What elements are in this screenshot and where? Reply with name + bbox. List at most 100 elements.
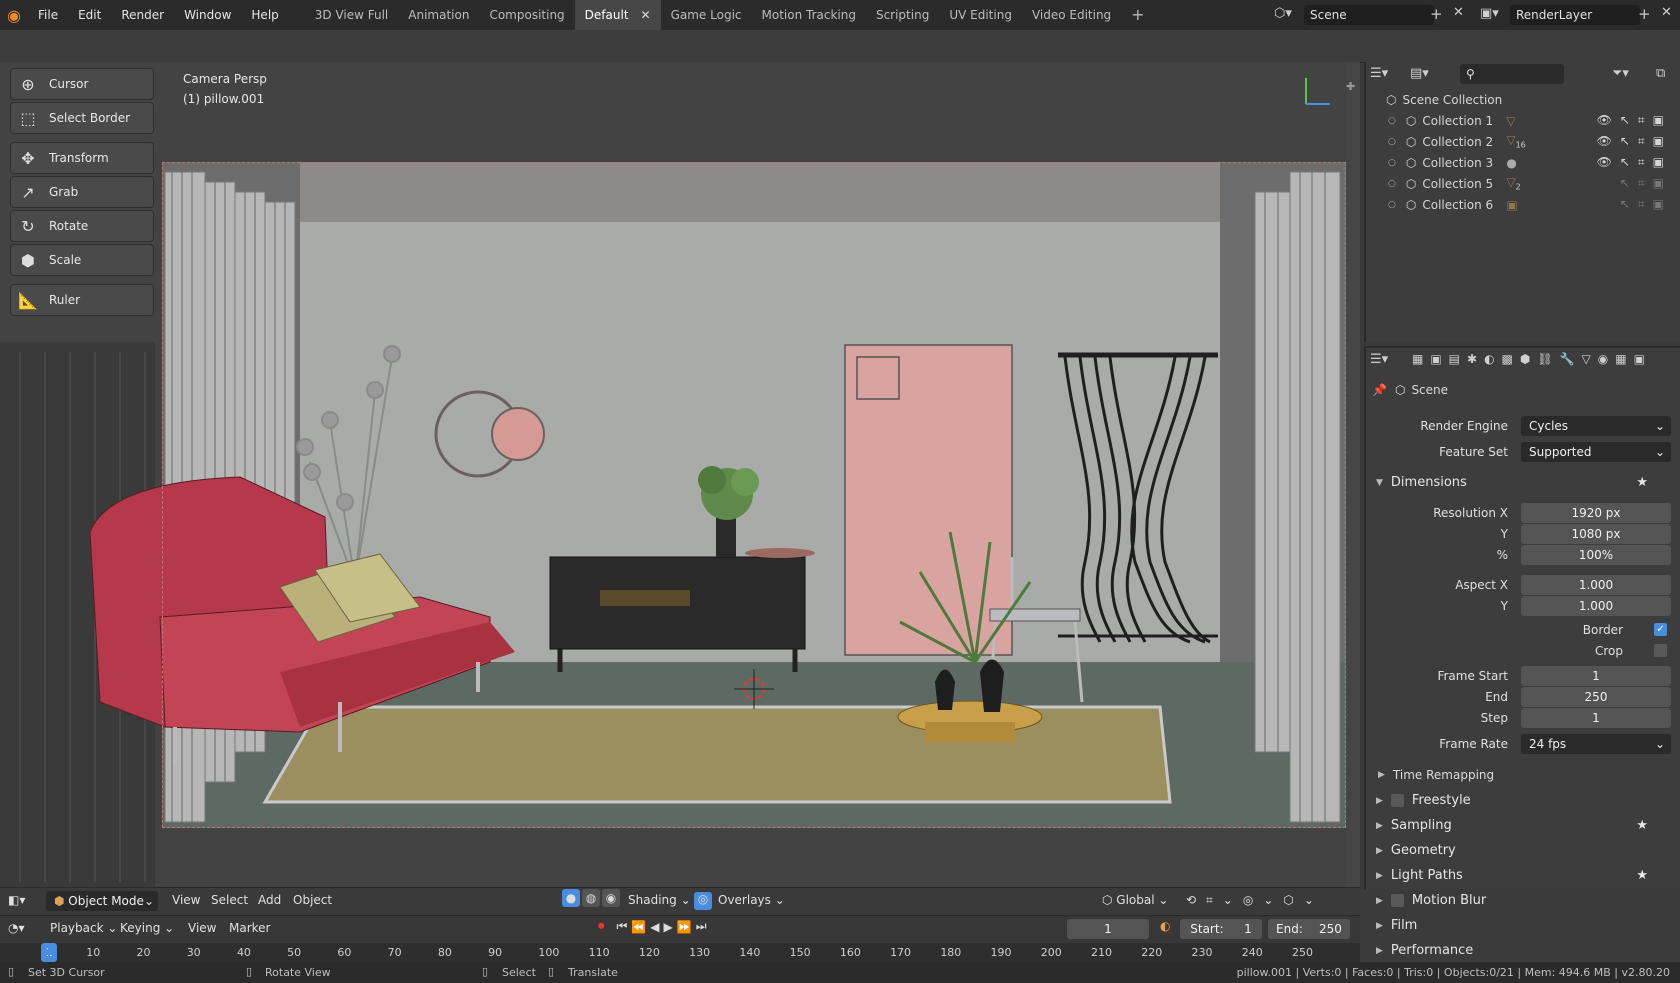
outliner-row-scene-collection[interactable]: ⬡ Scene Collection — [1364, 89, 1680, 110]
motion-blur-checkbox[interactable] — [1390, 894, 1404, 907]
tab-game-logic[interactable]: Game Logic — [661, 0, 752, 30]
outliner-editor-type-icon[interactable]: ☰▾ — [1370, 66, 1388, 81]
film-panel-header[interactable]: ▶ Film — [1376, 918, 1672, 933]
presets-icon[interactable]: ★ — [1636, 818, 1648, 833]
rendered-shading-icon[interactable]: ◉ — [602, 889, 620, 907]
tool-cursor[interactable]: ⊕ Cursor — [10, 68, 154, 100]
border-checkbox[interactable]: ✓ — [1654, 623, 1667, 636]
tab-default[interactable]: Default ✕ — [574, 0, 661, 30]
feature-set-dropdown[interactable]: Supported ⌄ — [1521, 442, 1671, 462]
menu-view[interactable]: View — [172, 893, 200, 907]
play-reverse-icon[interactable]: ◀ — [650, 920, 659, 934]
menu-help[interactable]: Help — [241, 8, 288, 22]
tab-video-editing[interactable]: Video Editing — [1022, 0, 1121, 30]
playback-menu[interactable]: Playback ⌄ — [50, 921, 117, 935]
outliner-row-collection-1[interactable]: ○ ⬡ Collection 1 ▽ 👁↖⌗▣ — [1364, 110, 1680, 131]
end-frame-field[interactable]: End: 250 — [1268, 919, 1350, 939]
new-render-layer-icon[interactable]: + — [1638, 5, 1651, 23]
dimensions-panel-header[interactable]: ▼ Dimensions ★ — [1376, 475, 1672, 490]
delete-scene-icon[interactable]: ✕ — [1453, 5, 1464, 20]
sampling-panel-header[interactable]: ▶ Sampling ★ — [1376, 818, 1672, 833]
tool-ruler[interactable]: 📐 Ruler — [10, 284, 154, 316]
marker-menu[interactable]: Marker — [229, 921, 270, 935]
jump-end-icon[interactable]: ⏭ — [696, 919, 707, 934]
tab-compositing[interactable]: Compositing — [479, 0, 574, 30]
properties-tabs[interactable]: ▦▣▤✱◐▩⬢⛓🔧▽◉▦▣ — [1412, 352, 1652, 366]
timeline-view-menu[interactable]: View — [188, 921, 216, 935]
menu-object[interactable]: Object — [293, 893, 332, 907]
editor-type-icon[interactable]: ◧▾ — [8, 893, 25, 907]
render-layer-browse-icon[interactable]: ▣▾ — [1480, 6, 1499, 21]
visibility-toggles[interactable]: 👁↖⌗▣ — [1597, 155, 1672, 170]
delete-render-layer-icon[interactable]: ✕ — [1661, 5, 1672, 20]
lookdev-shading-icon[interactable]: ◍ — [582, 889, 600, 907]
preview-range-icon[interactable]: ◐ — [1160, 919, 1170, 933]
blender-logo-icon[interactable]: ◉ — [0, 0, 28, 30]
menu-render[interactable]: Render — [111, 8, 174, 22]
keying-menu[interactable]: Keying ⌄ — [120, 921, 174, 935]
solid-shading-icon[interactable]: ● — [562, 889, 580, 907]
exclude-checkbox-icon[interactable]: ○ — [1388, 200, 1396, 210]
tab-animation[interactable]: Animation — [398, 0, 479, 30]
tool-rotate[interactable]: ↻ Rotate — [10, 210, 154, 242]
tool-grab[interactable]: ↗ Grab — [10, 176, 154, 208]
visibility-toggles[interactable]: ↖⌗▣ — [1620, 176, 1672, 191]
snap-proportional-icons[interactable]: ⟲⌗⌄◎⌄⬡⌄ — [1186, 893, 1324, 908]
time-remapping-subpanel[interactable]: ▶ Time Remapping — [1378, 768, 1494, 782]
motion-blur-panel-header[interactable]: ▶ Motion Blur — [1376, 893, 1672, 908]
record-icon[interactable]: ⏺ — [598, 919, 605, 934]
menu-add[interactable]: Add — [258, 893, 281, 907]
orientation-dropdown[interactable]: ⬡ Global ⌄ — [1102, 893, 1168, 907]
tool-select-border[interactable]: ⬚ Select Border — [10, 102, 154, 134]
outliner-row-collection-5[interactable]: ○ ⬡ Collection 5 ▽2 ↖⌗▣ — [1364, 173, 1680, 194]
play-icon[interactable]: ▶ — [664, 920, 673, 934]
visibility-toggles[interactable]: ↖⌗▣ — [1620, 197, 1672, 212]
start-frame-field[interactable]: Start: 1 — [1180, 919, 1262, 939]
jump-keyframe-forward-icon[interactable]: ⏩ — [677, 920, 692, 934]
tool-scale[interactable]: ⬢ Scale — [10, 244, 154, 276]
viewport-widget-icon[interactable]: ✚ — [1346, 80, 1355, 93]
filter-icon[interactable]: ⏷▾ — [1612, 66, 1629, 81]
resolution-y-field[interactable]: 1080 px — [1521, 524, 1671, 544]
resolution-percent-field[interactable]: 100% — [1521, 545, 1671, 565]
exclude-checkbox-icon[interactable]: ○ — [1388, 179, 1396, 189]
display-mode-icon[interactable]: ▤▾ — [1410, 66, 1429, 81]
tab-scripting[interactable]: Scripting — [866, 0, 939, 30]
menu-file[interactable]: File — [28, 8, 68, 22]
tab-3d-view-full[interactable]: 3D View Full — [305, 0, 399, 30]
close-tab-icon[interactable]: ✕ — [641, 8, 651, 22]
resolution-x-field[interactable]: 1920 px — [1521, 503, 1671, 523]
performance-panel-header[interactable]: ▶ Performance — [1376, 943, 1672, 958]
presets-icon[interactable]: ★ — [1636, 868, 1648, 883]
freestyle-checkbox[interactable] — [1390, 794, 1404, 807]
exclude-checkbox-icon[interactable]: ○ — [1388, 158, 1396, 168]
new-collection-icon[interactable]: ⧉ — [1656, 66, 1665, 81]
tool-transform[interactable]: ✥ Transform — [10, 142, 154, 174]
timeline-ruler[interactable]: 1 10203040506070809010011012013014015016… — [0, 943, 1360, 962]
tab-motion-tracking[interactable]: Motion Tracking — [752, 0, 866, 30]
outliner-search-input[interactable]: ⚲ — [1460, 64, 1564, 84]
aspect-x-field[interactable]: 1.000 — [1521, 575, 1671, 595]
geometry-panel-header[interactable]: ▶ Geometry — [1376, 843, 1672, 858]
jump-start-icon[interactable]: ⏮ — [617, 919, 628, 934]
visibility-toggles[interactable]: 👁↖⌗▣ — [1597, 113, 1672, 128]
timeline-editor-type-icon[interactable]: ◔▾ — [8, 921, 25, 935]
scene-browse-icon[interactable]: ⬡▾ — [1274, 6, 1292, 21]
overlays-icon[interactable]: ◎ — [694, 892, 712, 910]
aspect-y-field[interactable]: 1.000 — [1521, 596, 1671, 616]
menu-edit[interactable]: Edit — [68, 8, 111, 22]
pin-icon[interactable]: 📌 — [1372, 383, 1387, 397]
outliner-row-collection-3[interactable]: ○ ⬡ Collection 3 ● 👁↖⌗▣ — [1364, 152, 1680, 173]
light-paths-panel-header[interactable]: ▶ Light Paths ★ — [1376, 868, 1672, 883]
menu-window[interactable]: Window — [174, 8, 241, 22]
jump-keyframe-back-icon[interactable]: ⏪ — [631, 920, 646, 934]
menu-select[interactable]: Select — [211, 893, 248, 907]
current-frame-field[interactable]: 1 — [1067, 919, 1149, 939]
freestyle-panel-header[interactable]: ▶ Freestyle — [1376, 793, 1672, 808]
add-workspace-icon[interactable]: + — [1121, 0, 1154, 30]
frame-rate-dropdown[interactable]: 24 fps ⌄ — [1521, 734, 1671, 754]
object-mode-dropdown[interactable]: ⬢ Object Mode ⌄ — [46, 891, 158, 911]
outliner-row-collection-2[interactable]: ○ ⬡ Collection 2 ▽16 👁↖⌗▣ — [1364, 131, 1680, 152]
scene-name-field[interactable]: Scene — [1304, 5, 1434, 25]
new-scene-icon[interactable]: + — [1430, 5, 1443, 23]
